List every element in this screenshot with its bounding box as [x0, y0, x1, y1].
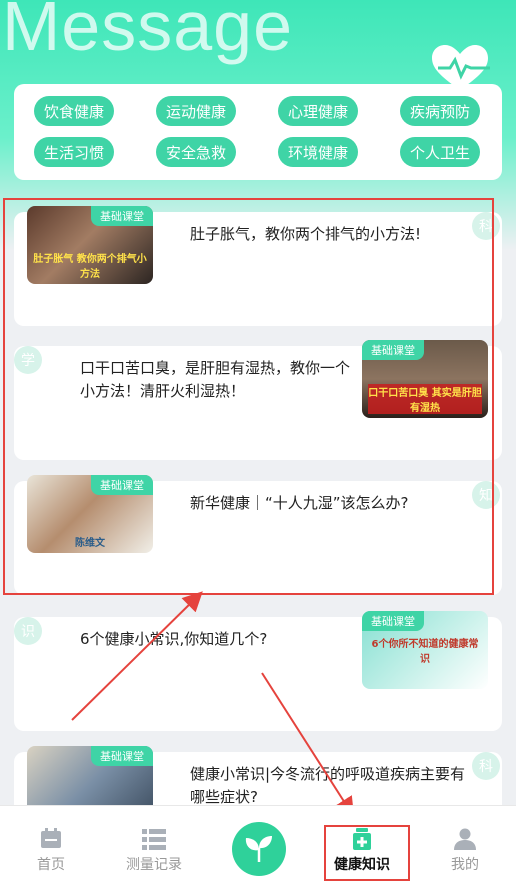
category-chip[interactable]: 安全急救 [156, 137, 236, 167]
list-icon [142, 829, 166, 850]
tab-label: 测量记录 [126, 857, 182, 873]
category-chip[interactable]: 饮食健康 [34, 96, 114, 126]
article-thumbnail: 基础课堂 6个你所不知道的健康常识 [362, 611, 488, 689]
category-chip[interactable]: 个人卫生 [400, 137, 480, 167]
banner-title: Message [2, 0, 294, 65]
category-chip[interactable]: 心理健康 [278, 96, 358, 126]
tab-mine[interactable]: 我的 [425, 828, 505, 874]
article-title: 6个健康小常识,你知道几个? [80, 630, 268, 648]
thumbnail-caption: 6个你所不知道的健康常识 [371, 639, 479, 665]
tab-home[interactable]: 首页 [11, 828, 91, 874]
tag-badge: 基础课堂 [362, 611, 424, 631]
calendar-home-icon [41, 828, 61, 848]
category-panel: 饮食健康 运动健康 心理健康 疾病预防 生活习惯 安全急救 环境健康 个人卫生 [14, 84, 502, 180]
corner-badge: 识 [14, 617, 42, 645]
article-card[interactable]: 识 6个健康小常识,你知道几个? 基础课堂 6个你所不知道的健康常识 [14, 611, 502, 731]
category-chip[interactable]: 运动健康 [156, 96, 236, 126]
category-chip[interactable]: 疾病预防 [400, 96, 480, 126]
article-title: 健康小常识|今冬流行的呼吸道疾病主要有哪些症状? [190, 765, 466, 806]
annotation-highlight-box [3, 198, 494, 595]
category-chip[interactable]: 生活习惯 [34, 137, 114, 167]
tag-badge: 基础课堂 [91, 746, 153, 766]
annotation-tab-highlight [324, 825, 410, 881]
center-action-button[interactable] [232, 822, 286, 876]
category-chip[interactable]: 环境健康 [278, 137, 358, 167]
user-icon [454, 828, 476, 850]
tab-records[interactable]: 测量记录 [114, 828, 194, 874]
corner-badge: 科 [472, 752, 500, 780]
leaf-sprout-icon [245, 836, 272, 862]
tab-label: 我的 [451, 857, 479, 873]
tab-label: 首页 [37, 857, 65, 873]
